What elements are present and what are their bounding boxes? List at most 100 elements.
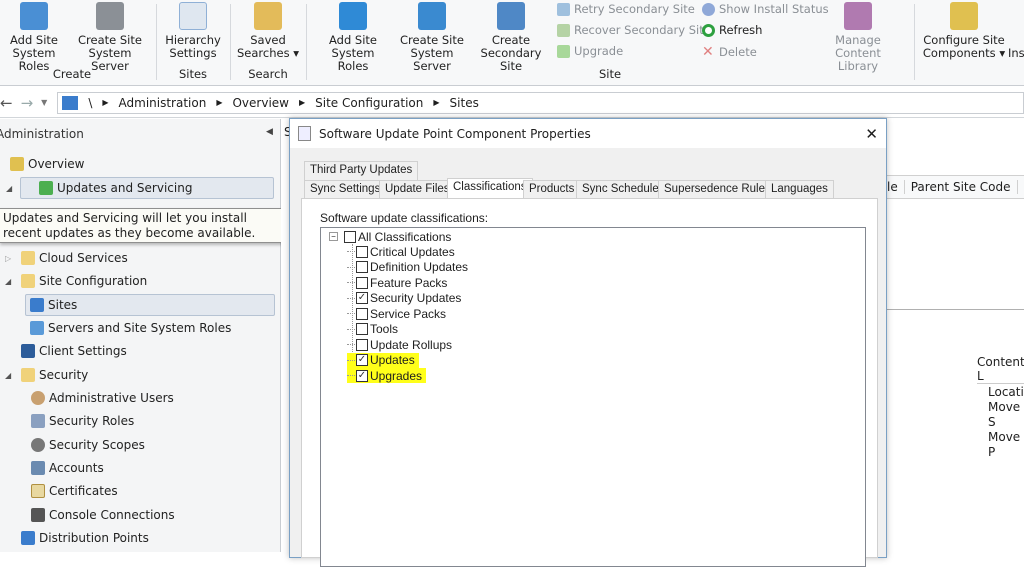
retry-icon xyxy=(557,2,570,16)
sidebar-item-security-scopes[interactable]: Security Scopes xyxy=(31,434,145,456)
tree-node-updates[interactable]: ✓ Updates xyxy=(347,352,419,368)
recover-icon xyxy=(557,23,570,37)
tree-node-critical-updates[interactable]: Critical Updates xyxy=(347,244,455,259)
tree-node-security-updates[interactable]: ✓ Security Updates xyxy=(347,291,461,306)
tab-products[interactable]: Products xyxy=(523,180,581,199)
label: Security xyxy=(39,368,89,382)
create-secondary-site-button[interactable]: Create Secondary Site xyxy=(470,2,552,73)
collapse-pane-icon[interactable]: ◀ xyxy=(266,127,273,137)
tab-sync-schedule[interactable]: Sync Schedule xyxy=(576,180,665,199)
checkbox[interactable] xyxy=(356,323,368,335)
sidebar-item-security[interactable]: ◢ Security xyxy=(5,364,88,386)
group-label-search: Search xyxy=(248,67,288,81)
label: Classifications xyxy=(453,181,527,193)
label: Security Updates xyxy=(370,291,462,305)
add-site-system-roles-button[interactable]: Add Site System Roles xyxy=(2,2,66,73)
checkbox[interactable]: ✓ xyxy=(356,369,368,382)
close-icon[interactable]: ✕ xyxy=(865,125,878,143)
sidebar-item-security-roles[interactable]: Security Roles xyxy=(31,410,134,432)
label: Show Install Status xyxy=(719,2,829,16)
computer-icon xyxy=(21,344,35,358)
column-header-parent-site-code[interactable]: Parent Site Code xyxy=(905,180,1018,194)
expanded-arrow-icon[interactable]: ◢ xyxy=(6,184,12,193)
sidebar-item-console-connections[interactable]: Console Connections xyxy=(31,504,175,526)
tree-node-all-classifications[interactable]: − All Classifications xyxy=(329,229,451,244)
manage-content-library-button[interactable]: Manage Content Library xyxy=(818,2,898,73)
label: Distribution Points xyxy=(39,531,149,545)
sidebar-item-distribution-points[interactable]: Distribution Points xyxy=(21,527,149,549)
checkbox[interactable] xyxy=(356,276,368,289)
configure-site-components-button[interactable]: Configure Site Components ▾ xyxy=(922,2,1006,60)
show-install-status-button[interactable]: Show Install Status xyxy=(702,2,829,16)
sidebar-item-administrative-users[interactable]: Administrative Users xyxy=(31,387,174,409)
breadcrumb-overview[interactable]: Overview xyxy=(232,96,289,110)
checkbox[interactable] xyxy=(356,307,368,320)
tab-classifications[interactable]: Classifications xyxy=(447,178,533,199)
properties-dialog: Software Update Point Component Properti… xyxy=(289,118,887,567)
saved-searches-button[interactable]: Saved Searches ▾ xyxy=(236,2,300,60)
label: Certificates xyxy=(49,484,118,498)
tree-line xyxy=(347,344,355,345)
tree-node-definition-updates[interactable]: Definition Updates xyxy=(347,260,468,275)
sidebar-item-accounts[interactable]: Accounts xyxy=(31,457,104,479)
sidebar-item-servers-and-site-system-roles[interactable]: Servers and Site System Roles xyxy=(30,317,231,339)
checkbox[interactable] xyxy=(356,338,368,351)
label: Ins xyxy=(1008,46,1024,60)
checkbox[interactable]: ✓ xyxy=(356,354,368,366)
tab-supersedence-rules[interactable]: Supersedence Rules xyxy=(658,180,777,199)
hierarchy-settings-button[interactable]: Hierarchy Settings xyxy=(162,2,224,60)
tab-languages[interactable]: Languages xyxy=(765,180,834,199)
label: Servers and Site System Roles xyxy=(48,321,232,335)
sidebar-item-client-settings[interactable]: Client Settings xyxy=(21,340,127,362)
folder-icon xyxy=(21,251,35,265)
checkbox[interactable] xyxy=(344,230,356,243)
breadcrumb-administration[interactable]: Administration xyxy=(119,96,207,110)
expanded-arrow-icon[interactable]: ◢ xyxy=(5,371,21,380)
refresh-button[interactable]: Refresh xyxy=(702,23,762,37)
history-dropdown-icon[interactable]: ▼ xyxy=(41,98,47,107)
forward-arrow-icon[interactable]: → xyxy=(21,94,34,112)
tab-third-party-updates[interactable]: Third Party Updates xyxy=(304,161,419,180)
sidebar-item-sites[interactable]: Sites xyxy=(25,294,275,316)
label: System Roles xyxy=(331,46,375,73)
checkbox[interactable] xyxy=(356,261,368,273)
label: Security Roles xyxy=(49,414,135,428)
configure-icon xyxy=(950,2,978,30)
retry-secondary-site-button[interactable]: Retry Secondary Site xyxy=(557,2,695,16)
breadcrumb-sites[interactable]: Sites xyxy=(450,96,479,110)
recover-secondary-site-button[interactable]: Recover Secondary Site xyxy=(557,23,711,37)
tree-node-update-rollups[interactable]: Update Rollups xyxy=(347,337,452,352)
sidebar-item-updates-and-servicing[interactable]: ◢ Updates and Servicing xyxy=(6,177,274,199)
classifications-label: Software update classifications: xyxy=(320,211,489,225)
tree-line xyxy=(347,328,355,330)
tooltip: Updates and Servicing will let you insta… xyxy=(0,208,283,243)
checkbox[interactable]: ✓ xyxy=(356,292,368,304)
add-site-system-roles-button-2[interactable]: Add Site System Roles xyxy=(316,2,390,73)
console-icon xyxy=(31,508,45,522)
tree-node-upgrades[interactable]: ✓ Upgrades xyxy=(347,368,427,383)
install-button-partial[interactable]: Ins xyxy=(1008,47,1024,60)
upgrade-button[interactable]: Upgrade xyxy=(557,44,623,58)
breadcrumb-root[interactable]: \ xyxy=(88,96,92,110)
sidebar-item-cloud-services[interactable]: ▷ Cloud Services xyxy=(5,247,128,269)
add-roles-icon xyxy=(339,2,367,30)
back-arrow-icon[interactable]: ← xyxy=(0,94,13,112)
delete-button[interactable]: ✕ Delete xyxy=(702,44,757,60)
checkbox[interactable] xyxy=(356,245,368,258)
user-icon xyxy=(31,391,45,405)
breadcrumb-site-configuration[interactable]: Site Configuration xyxy=(315,96,423,110)
sidebar-item-site-configuration[interactable]: ◢ Site Configuration xyxy=(5,270,147,292)
tree-node-service-packs[interactable]: Service Packs xyxy=(347,306,446,321)
create-site-system-server-button[interactable]: Create Site System Server xyxy=(72,2,148,73)
sidebar-item-certificates[interactable]: Certificates xyxy=(31,480,118,502)
tree-node-tools[interactable]: Tools xyxy=(347,322,398,337)
collapse-icon[interactable]: − xyxy=(329,232,338,241)
expanded-arrow-icon[interactable]: ◢ xyxy=(5,277,21,286)
create-site-system-server-button-2[interactable]: Create Site System Server xyxy=(394,2,470,73)
scope-icon xyxy=(31,438,45,452)
tab-update-files[interactable]: Update Files xyxy=(379,180,456,199)
tree-node-feature-packs[interactable]: Feature Packs xyxy=(347,275,447,290)
tab-sync-settings[interactable]: Sync Settings xyxy=(304,180,387,199)
collapsed-arrow-icon[interactable]: ▷ xyxy=(5,254,21,263)
sidebar-item-overview[interactable]: Overview xyxy=(10,153,85,175)
